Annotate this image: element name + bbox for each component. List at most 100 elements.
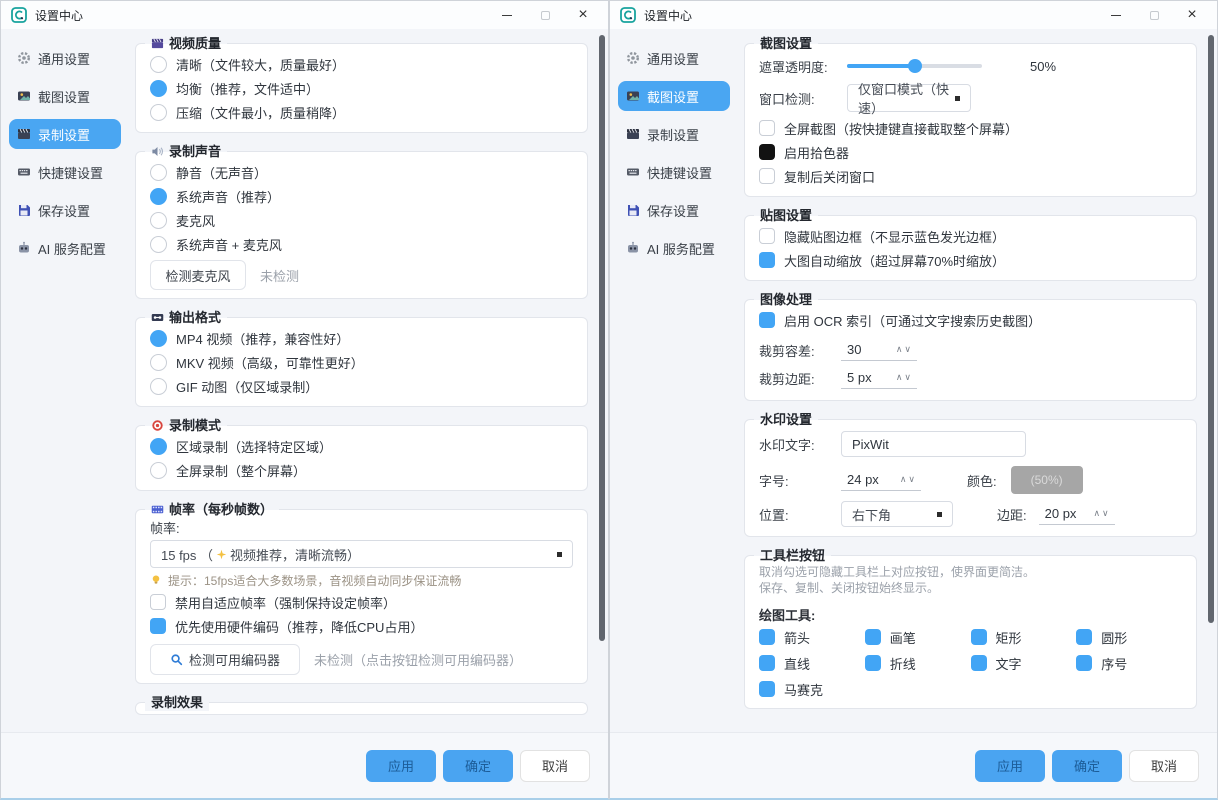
fps-select[interactable]: 15 fps （ 视频推荐，清晰流畅） xyxy=(150,540,573,568)
minimize-button[interactable] xyxy=(488,3,526,27)
maximize-button[interactable] xyxy=(1135,3,1173,27)
app-logo-icon xyxy=(11,7,27,23)
stepper-arrows-icon[interactable]: ∧∨ xyxy=(896,344,913,355)
watermark-text-input[interactable] xyxy=(841,431,1026,457)
maximize-button[interactable] xyxy=(526,3,564,27)
radio-format-gif[interactable]: GIF 动图（仅区域录制） xyxy=(150,374,573,398)
checkbox-tool-line[interactable]: 直线 xyxy=(759,652,865,674)
minimize-button[interactable] xyxy=(1097,3,1135,27)
radio-mode-fullscreen[interactable]: 全屏录制（整个屏幕） xyxy=(150,458,573,482)
checkbox-disable-adaptive-fps[interactable]: 禁用自适应帧率（强制保持设定帧率） xyxy=(150,590,573,614)
titlebar: 设置中心 × xyxy=(1,1,608,29)
sidebar-item-recording[interactable]: 录制设置 xyxy=(9,119,121,149)
sidebar-item-save[interactable]: 保存设置 xyxy=(618,195,730,225)
sidebar-item-general[interactable]: 通用设置 xyxy=(9,43,121,73)
radio-icon xyxy=(150,354,167,371)
checkbox-tool-rectangle[interactable]: 矩形 xyxy=(971,626,1077,648)
checkbox-hide-pin-border[interactable]: 隐藏贴图边框（不显示蓝色发光边框） xyxy=(759,224,1182,248)
radio-format-mp4[interactable]: MP4 视频（推荐，兼容性好） xyxy=(150,326,573,350)
detect-mic-button[interactable]: 检测麦克风 xyxy=(150,260,246,290)
sidebar-item-hotkeys[interactable]: 快捷键设置 xyxy=(9,157,121,187)
floppy-icon xyxy=(17,203,31,217)
checkbox-icon-checked xyxy=(1076,655,1092,671)
checkbox-icon-checked xyxy=(971,655,987,671)
mask-opacity-label: 遮罩透明度: xyxy=(759,57,847,76)
radio-audio-system-mic[interactable]: 系统声音 + 麦克风 xyxy=(150,232,573,256)
sidebar-item-label: 保存设置 xyxy=(38,201,90,220)
crop-margin-stepper[interactable]: 5 px∧∨ xyxy=(841,368,917,389)
checkbox-auto-scale-large[interactable]: 大图自动缩放（超过屏幕70%时缩放） xyxy=(759,248,1182,272)
position-select[interactable]: 右下角 xyxy=(841,501,953,527)
sidebar-item-screenshot[interactable]: 截图设置 xyxy=(9,81,121,111)
checkbox-tool-mosaic[interactable]: 马赛克 xyxy=(759,678,865,700)
checkbox-ocr-index[interactable]: 启用 OCR 索引（可通过文字搜索历史截图） xyxy=(759,308,1182,332)
sidebar-item-label: AI 服务配置 xyxy=(647,239,715,258)
mic-detect-status: 未检测 xyxy=(260,266,299,285)
watermark-size-color-row: 字号: 24 px∧∨ 颜色: (50%) xyxy=(759,464,1182,496)
sidebar-item-label: AI 服务配置 xyxy=(38,239,106,258)
group-recording-effects: 录制效果 xyxy=(135,694,588,715)
bulb-icon xyxy=(150,574,162,586)
ok-button[interactable]: 确定 xyxy=(1052,750,1122,782)
radio-quality-balanced[interactable]: 均衡（推荐，文件适中） xyxy=(150,76,573,100)
slider-handle[interactable] xyxy=(908,59,922,73)
checkbox-fullscreen-capture[interactable]: 全屏截图（按快捷键直接截取整个屏幕） xyxy=(759,116,1182,140)
font-size-stepper[interactable]: 24 px∧∨ xyxy=(841,470,921,491)
checkbox-tool-circle[interactable]: 圆形 xyxy=(1076,626,1182,648)
checkbox-tool-pen[interactable]: 画笔 xyxy=(865,626,971,648)
settings-window-recording: 设置中心 × 通用设置 截图设置 录制设置 快捷键设置 xyxy=(0,0,609,800)
mask-opacity-slider[interactable] xyxy=(847,64,982,68)
apply-button[interactable]: 应用 xyxy=(975,750,1045,782)
group-capture-settings: 截图设置 遮罩透明度: 50% 窗口检测: 仅窗口模式（快速） 全屏截图（按快捷… xyxy=(744,35,1197,197)
radio-icon xyxy=(150,164,167,181)
sidebar-item-label: 保存设置 xyxy=(647,201,699,220)
radio-format-mkv[interactable]: MKV 视频（高级，可靠性更好） xyxy=(150,350,573,374)
sidebar-item-screenshot[interactable]: 截图设置 xyxy=(618,81,730,111)
checkbox-tool-number[interactable]: 序号 xyxy=(1076,652,1182,674)
checkbox-icon-checked xyxy=(1076,629,1092,645)
sidebar-item-hotkeys[interactable]: 快捷键设置 xyxy=(618,157,730,187)
crop-margin-label: 裁剪边距: xyxy=(759,369,841,388)
stepper-arrows-icon[interactable]: ∧∨ xyxy=(900,474,917,485)
checkbox-color-picker[interactable]: 启用拾色器 xyxy=(759,140,1182,164)
checkbox-tool-arrow[interactable]: 箭头 xyxy=(759,626,865,648)
radio-audio-mute[interactable]: 静音（无声音） xyxy=(150,160,573,184)
radio-quality-compressed[interactable]: 压缩（文件最小，质量稍降） xyxy=(150,100,573,124)
radio-audio-mic[interactable]: 麦克风 xyxy=(150,208,573,232)
cancel-button[interactable]: 取消 xyxy=(1129,750,1199,782)
window-detect-select[interactable]: 仅窗口模式（快速） xyxy=(847,84,971,112)
sidebar-item-recording[interactable]: 录制设置 xyxy=(618,119,730,149)
radio-quality-high[interactable]: 清晰（文件较大，质量最好） xyxy=(150,52,573,76)
checkbox-icon-checked xyxy=(759,312,775,328)
watermark-color-button[interactable]: (50%) xyxy=(1011,466,1083,494)
close-button[interactable]: × xyxy=(1173,3,1211,27)
checkbox-hardware-encoding[interactable]: 优先使用硬件编码（推荐，降低CPU占用） xyxy=(150,614,573,638)
keyboard-icon xyxy=(626,165,640,179)
sidebar-item-ai[interactable]: AI 服务配置 xyxy=(9,233,121,263)
watermark-position-row: 位置: 右下角 边距: 20 px∧∨ xyxy=(759,500,1182,528)
radio-mode-region[interactable]: 区域录制（选择特定区域） xyxy=(150,434,573,458)
robot-icon xyxy=(626,241,640,255)
crop-tolerance-stepper[interactable]: 30∧∨ xyxy=(841,340,917,361)
detect-encoders-button[interactable]: 检测可用编码器 xyxy=(150,644,300,675)
cancel-button[interactable]: 取消 xyxy=(520,750,590,782)
radio-audio-system[interactable]: 系统声音（推荐） xyxy=(150,184,573,208)
watermark-margin-stepper[interactable]: 20 px∧∨ xyxy=(1039,504,1115,525)
checkbox-tool-text[interactable]: 文字 xyxy=(971,652,1077,674)
dropdown-indicator-icon xyxy=(955,96,960,101)
stepper-arrows-icon[interactable]: ∧∨ xyxy=(896,372,913,383)
radio-icon-selected xyxy=(150,438,167,455)
checkbox-close-after-copy[interactable]: 复制后关闭窗口 xyxy=(759,164,1182,188)
checkbox-tool-polyline[interactable]: 折线 xyxy=(865,652,971,674)
sidebar-item-general[interactable]: 通用设置 xyxy=(618,43,730,73)
stepper-arrows-icon[interactable]: ∧∨ xyxy=(1093,508,1110,519)
ok-button[interactable]: 确定 xyxy=(443,750,513,782)
app-logo-icon xyxy=(620,7,636,23)
scrollbar[interactable] xyxy=(1208,35,1214,623)
close-button[interactable]: × xyxy=(564,3,602,27)
sidebar-item-save[interactable]: 保存设置 xyxy=(9,195,121,225)
mask-opacity-value: 50% xyxy=(1030,59,1056,74)
sidebar-item-ai[interactable]: AI 服务配置 xyxy=(618,233,730,263)
apply-button[interactable]: 应用 xyxy=(366,750,436,782)
scrollbar[interactable] xyxy=(599,35,605,641)
